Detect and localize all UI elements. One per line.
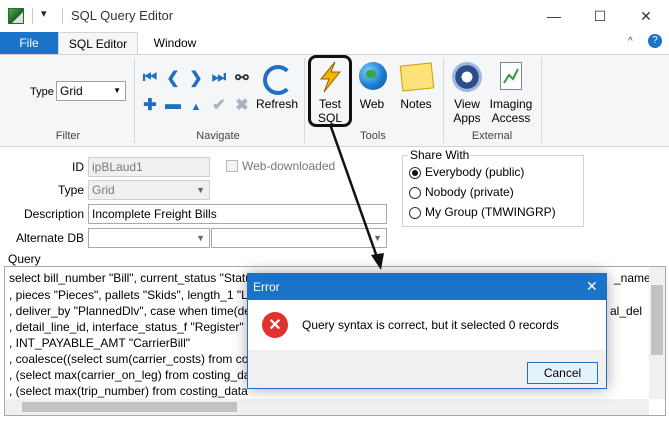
chevron-down-icon: ▼ xyxy=(113,86,121,95)
radio-everybody[interactable] xyxy=(409,167,421,179)
vertical-scroll-thumb[interactable] xyxy=(651,285,663,355)
app-icon xyxy=(8,8,24,24)
divider xyxy=(62,8,63,24)
next-record-icon[interactable]: ❯ xyxy=(186,68,206,88)
binoculars-icon[interactable]: ⚯ xyxy=(232,68,252,88)
remove-record-icon[interactable]: ▬ xyxy=(163,95,183,115)
view-apps-button[interactable]: View Apps xyxy=(446,97,488,125)
error-dialog-close-button[interactable]: ✕ xyxy=(586,278,598,295)
maximize-button[interactable]: ☐ xyxy=(577,0,623,32)
first-record-icon[interactable]: ⏮ xyxy=(140,68,160,88)
group-label-filter: Filter xyxy=(55,130,81,142)
move-up-icon[interactable]: ▲ xyxy=(186,97,206,117)
query-line: , pieces "Pieces", pallets "Skids", leng… xyxy=(9,288,255,302)
quick-access-menu-icon[interactable]: ▾ xyxy=(41,7,47,20)
description-label: Description xyxy=(23,207,84,221)
query-line: , coalesce((select sum(carrier_costs) fr… xyxy=(9,352,255,366)
imaging-access-icon[interactable] xyxy=(500,62,522,90)
refresh-icon[interactable] xyxy=(263,65,293,95)
annotation-highlight-box xyxy=(308,55,352,127)
imaging-access-button[interactable]: Imaging Access xyxy=(488,97,534,125)
type-combo: Grid ▼ xyxy=(88,180,210,200)
id-label: ID xyxy=(72,160,84,174)
alternate-db-label: Alternate DB xyxy=(15,231,84,245)
radio-nobody[interactable] xyxy=(409,187,421,199)
query-line: , detail_line_id, interface_status_f "Re… xyxy=(9,320,244,334)
last-record-icon[interactable]: ⏭ xyxy=(209,68,229,88)
radio-my-group[interactable] xyxy=(409,207,421,219)
discard-icon: ✖ xyxy=(235,97,249,114)
divider xyxy=(32,8,33,24)
chevron-down-icon: ▼ xyxy=(196,233,205,243)
cancel-button[interactable]: Cancel xyxy=(527,362,598,384)
type-combo-value: Grid xyxy=(92,183,115,197)
radio-my-group-label[interactable]: My Group (TMWINGRP) xyxy=(425,205,556,219)
query-line: , (select max(carrier_on_leg) from costi… xyxy=(9,368,254,382)
previous-record-icon[interactable]: ❮ xyxy=(163,68,183,88)
window-title: SQL Query Editor xyxy=(71,8,174,23)
divider xyxy=(134,58,135,143)
filter-type-label: Type xyxy=(30,86,54,98)
tab-sql-editor[interactable]: SQL Editor xyxy=(58,32,138,54)
notes-button[interactable]: Notes xyxy=(396,97,436,111)
error-dialog-title: Error xyxy=(253,280,280,294)
divider xyxy=(541,58,542,143)
web-downloaded-checkbox[interactable] xyxy=(226,160,238,172)
id-field: ipBLaud1 xyxy=(88,157,210,177)
tab-file[interactable]: File xyxy=(0,32,58,54)
query-line: select bill_number "Bill", current_statu… xyxy=(9,271,252,285)
divider xyxy=(304,58,305,143)
chevron-down-icon: ▼ xyxy=(196,185,205,195)
filter-type-select[interactable]: Grid ▼ xyxy=(56,81,126,101)
alternate-db-select[interactable]: ▼ xyxy=(88,228,210,248)
query-label: Query xyxy=(8,252,41,266)
web-button[interactable]: Web xyxy=(354,97,390,111)
radio-everybody-label[interactable]: Everybody (public) xyxy=(425,165,524,179)
horizontal-scroll-thumb[interactable] xyxy=(22,402,237,412)
filter-type-value: Grid xyxy=(60,84,83,98)
view-apps-icon[interactable] xyxy=(452,62,482,92)
minimize-button[interactable]: — xyxy=(531,0,577,32)
query-line-fragment: _name xyxy=(614,271,651,285)
share-with-title: Share With xyxy=(408,148,472,162)
add-record-icon[interactable]: ✚ xyxy=(140,95,160,115)
notes-icon[interactable] xyxy=(399,62,435,92)
tab-window[interactable]: Window xyxy=(138,32,212,54)
globe-land-icon xyxy=(366,70,376,78)
help-icon[interactable]: ? xyxy=(648,34,662,48)
annotation-arrow xyxy=(328,123,384,270)
query-line: , INT_PAYABLE_AMT "CarrierBill" xyxy=(9,336,191,350)
query-line-fragment: al_del xyxy=(610,304,643,318)
query-line: , (select max(trip_number) from costing_… xyxy=(9,384,248,398)
close-button[interactable]: ✕ xyxy=(623,0,669,32)
radio-nobody-label[interactable]: Nobody (private) xyxy=(425,185,514,199)
collapse-ribbon-icon[interactable]: ^ xyxy=(628,36,633,47)
accept-icon: ✔ xyxy=(212,97,226,114)
error-icon: ✕ xyxy=(262,312,288,338)
divider xyxy=(443,58,444,143)
group-label-external: External xyxy=(471,130,513,142)
group-label-navigate: Navigate xyxy=(196,130,240,142)
query-line: , deliver_by "PlannedDlv", case when tim… xyxy=(9,304,251,318)
type-label: Type xyxy=(57,183,84,197)
error-dialog-titlebar xyxy=(248,274,606,300)
refresh-button-label[interactable]: Refresh xyxy=(254,97,300,111)
error-message: Query syntax is correct, but it selected… xyxy=(302,318,559,332)
